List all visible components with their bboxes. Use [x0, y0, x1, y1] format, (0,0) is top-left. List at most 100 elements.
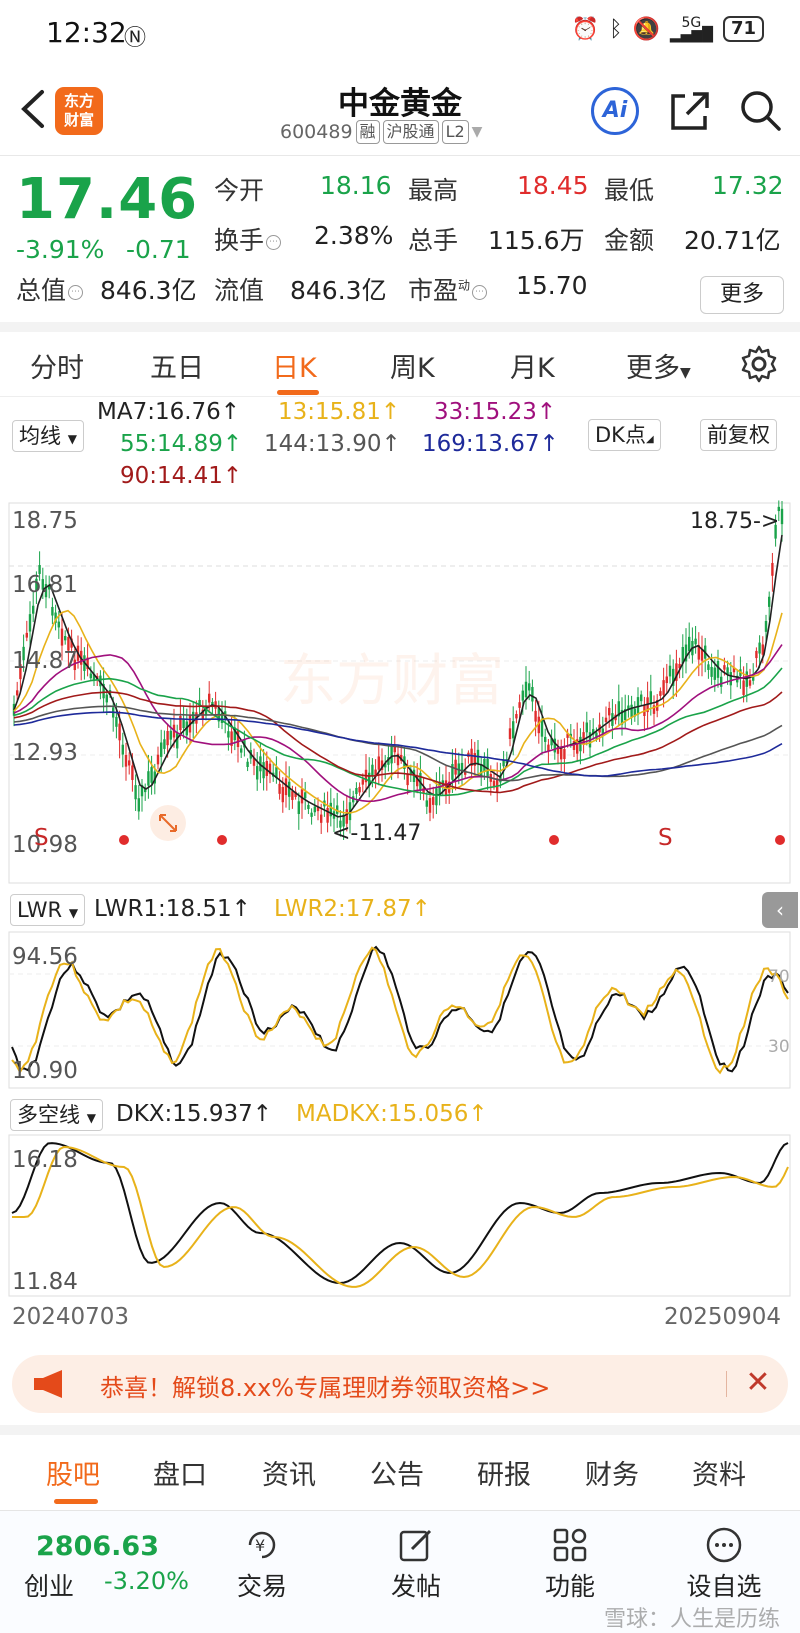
ma-selector[interactable]: 均线 ▼ [12, 420, 84, 452]
ma7-value: MA7:16.76↑ [97, 399, 241, 425]
tab-five-day[interactable]: 五日 [150, 346, 204, 385]
nav-trade[interactable]: ¥ 交易 [212, 1525, 312, 1603]
low-marker: <-11.47 [332, 821, 421, 846]
date-axis: 20240703 20250904 [0, 1300, 800, 1336]
bottom-navigation: 2806.63 创业 -3.20% ¥ 交易 发帖 功能 设自选 雪球：人生是历… [0, 1510, 800, 1633]
candle-body [371, 764, 374, 776]
gear-icon[interactable] [739, 344, 779, 384]
status-bar: 12:32 Ⓝ ⏰ ᛒ 🔕 5G ▂▄▆█ 71 [0, 0, 800, 70]
tab-announcements[interactable]: 公告 [370, 1453, 424, 1492]
tab-monthly-k[interactable]: 月K [510, 346, 555, 385]
amount-label: 金额 [604, 226, 655, 255]
index-change: -3.20% [104, 1567, 189, 1595]
candle-body [521, 690, 524, 701]
candle-body [713, 667, 716, 680]
tab-forum[interactable]: 股吧 [46, 1453, 100, 1492]
candle-body [291, 791, 294, 800]
candle-body [320, 814, 323, 823]
tab-weekly-k[interactable]: 周K [390, 346, 435, 385]
candle-body [89, 673, 92, 679]
dkx-selector[interactable]: 多空线 ▼ [10, 1099, 103, 1131]
low-label: 最低 [604, 176, 655, 205]
search-icon[interactable] [736, 86, 784, 134]
chevron-down-icon[interactable]: ▼ [472, 124, 483, 140]
lwr2-line [11, 946, 789, 1075]
tab-intraday[interactable]: 分时 [30, 346, 84, 385]
dkx-lines [11, 1142, 789, 1288]
candle-body [313, 806, 316, 813]
candle-body [771, 562, 774, 576]
mcap-label: 总值 ⋯ [16, 271, 84, 307]
index-value: 2806.63 [36, 1531, 159, 1562]
tab-news[interactable]: 资讯 [262, 1453, 316, 1492]
info-icon[interactable]: ⋯ [266, 234, 282, 250]
sell-signal: S [34, 825, 49, 851]
low-value: 17.32 [712, 171, 784, 200]
lwr-selector[interactable]: LWR ▼ [10, 894, 86, 926]
candle-body [377, 756, 380, 770]
battery-icon: 71 [722, 16, 764, 42]
candle-body [688, 636, 691, 652]
share-icon[interactable] [667, 88, 713, 134]
candle-body [435, 788, 438, 806]
ma169-value: 169:13.67↑ [422, 431, 559, 457]
nav-functions[interactable]: 功能 [520, 1525, 620, 1603]
candlestick-chart[interactable]: 东方财富 18.75 16.81 14.87 12.93 10.98 18.75… [0, 500, 800, 890]
collapse-panel-button[interactable]: ‹ [762, 892, 798, 928]
adjust-selector[interactable]: 前复权 [700, 419, 777, 451]
candle-body [480, 764, 483, 777]
dkx-y-bottom: 11.84 [12, 1269, 78, 1295]
tab-orderbook[interactable]: 盘口 [153, 1453, 207, 1492]
tab-daily-k[interactable]: 日K [272, 346, 317, 385]
info-icon[interactable]: ⋯ [472, 284, 488, 300]
candle-body [716, 661, 720, 678]
promo-banner[interactable]: 恭喜！解锁8.xx%专属理财券领取资格>> ✕ [12, 1355, 788, 1413]
tab-more[interactable]: 更多▼ [626, 346, 691, 385]
candle-body [240, 748, 243, 753]
tab-profile[interactable]: 资料 [692, 1453, 746, 1492]
tab-finance[interactable]: 财务 [585, 1453, 639, 1492]
chart-watermark: 东方财富 [280, 649, 504, 714]
compose-icon [399, 1529, 432, 1562]
candle-body [512, 721, 515, 739]
candle-body [729, 672, 732, 686]
mute-icon: 🔕 [632, 16, 660, 42]
lwr1-value: LWR1:18.51↑ [94, 896, 251, 922]
candle-body [134, 785, 137, 800]
candle-body [560, 747, 563, 760]
divider [726, 1371, 727, 1397]
nav-post[interactable]: 发帖 [366, 1525, 466, 1603]
ma13-value: 13:15.81↑ [278, 399, 401, 425]
candle-body [508, 728, 512, 740]
dk-point-toggle[interactable]: DK点◢ [588, 419, 661, 451]
amount-value: 20.71亿 [684, 226, 781, 255]
high-label: 最高 [408, 176, 459, 205]
more-circle-icon [706, 1527, 742, 1563]
nav-add-watchlist[interactable]: 设自选 [674, 1525, 774, 1603]
ai-assistant-button[interactable]: Ai [591, 87, 639, 135]
bluetooth-icon: ᛒ [609, 16, 623, 42]
lwr1-line [11, 945, 789, 1073]
close-icon[interactable]: ✕ [738, 1363, 778, 1403]
candle-body [304, 792, 307, 799]
candle-body [307, 804, 310, 810]
quote-panel: 17.46 -3.91% -0.71 今开 18.16 最高 18.45 最低 … [0, 157, 800, 332]
dkx-indicator-chart[interactable]: 16.18 11.84 [0, 1133, 800, 1298]
madkx-line [12, 1145, 789, 1288]
y-label-4: 12.93 [12, 740, 78, 766]
candle-body [121, 744, 124, 755]
candle-body [156, 754, 160, 765]
more-quote-button[interactable]: 更多 [700, 276, 784, 314]
candle-body [169, 730, 172, 740]
stock-code: 600489 [280, 121, 353, 143]
connect-tag: 沪股通 [382, 120, 439, 144]
info-icon[interactable]: ⋯ [68, 284, 84, 300]
lwr-indicator-chart[interactable]: 94.56 10.90 70 30 [0, 930, 800, 1090]
nfc-icon: Ⓝ [124, 26, 147, 51]
candle-body [163, 739, 166, 749]
open-label: 今开 [214, 176, 265, 205]
candle-body [758, 642, 761, 654]
content-tabs: 股吧 盘口 资讯 公告 研报 财务 资料 [0, 1425, 800, 1504]
tab-research[interactable]: 研报 [477, 1453, 531, 1492]
change-amount: -0.71 [126, 235, 191, 264]
